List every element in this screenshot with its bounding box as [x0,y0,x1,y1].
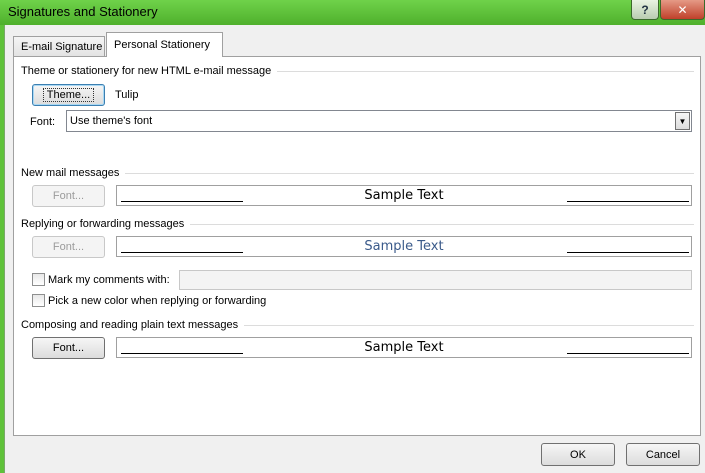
sample-rule-right [567,201,689,202]
plain-text-group-label: Composing and reading plain text message… [21,319,245,331]
tab-email-signature[interactable]: E-mail Signature [13,36,105,56]
plain-text-sample: Sample Text [116,337,692,358]
dialog-body: E-mail Signature Personal Stationery The… [4,25,705,473]
new-mail-font-button[interactable]: Font... [32,185,105,207]
mark-comments-input[interactable] [179,270,692,290]
ok-button[interactable]: OK [541,443,615,466]
sample-rule-right [567,252,689,253]
reply-sample: Sample Text [116,236,692,257]
font-label: Font: [30,116,56,128]
reply-group-label: Replying or forwarding messages [21,218,191,230]
theme-button-label: Theme... [42,88,95,102]
chevron-down-icon[interactable]: ▼ [675,112,690,130]
pick-color-checkbox[interactable] [32,294,45,307]
mark-comments-checkbox[interactable] [32,273,45,286]
mark-comments-label: Mark my comments with: [48,274,170,286]
plain-text-font-button[interactable]: Font... [32,337,105,359]
tab-personal-stationery[interactable]: Personal Stationery [106,32,223,57]
pick-color-label: Pick a new color when replying or forwar… [48,295,267,307]
theme-name: Tulip [115,89,139,101]
new-mail-sample: Sample Text [116,185,692,206]
close-button[interactable]: ✕ [660,0,705,20]
help-button[interactable]: ? [631,0,659,20]
font-select[interactable]: Use theme's font ▼ [66,110,692,132]
personal-stationery-panel: Theme or stationery for new HTML e-mail … [13,56,701,436]
window-title: Signatures and Stationery [8,4,158,19]
new-mail-group-label: New mail messages [21,167,126,179]
font-select-value: Use theme's font [70,115,153,127]
cancel-button[interactable]: Cancel [626,443,700,466]
tab-personal-stationery-label: Personal Stationery [114,39,210,51]
title-bar: Signatures and Stationery ? ✕ [0,0,705,25]
theme-button[interactable]: Theme... [32,84,105,106]
reply-font-button[interactable]: Font... [32,236,105,258]
sample-rule-right [567,353,689,354]
theme-group-label: Theme or stationery for new HTML e-mail … [21,65,278,77]
tab-email-signature-label: E-mail Signature [21,41,103,53]
